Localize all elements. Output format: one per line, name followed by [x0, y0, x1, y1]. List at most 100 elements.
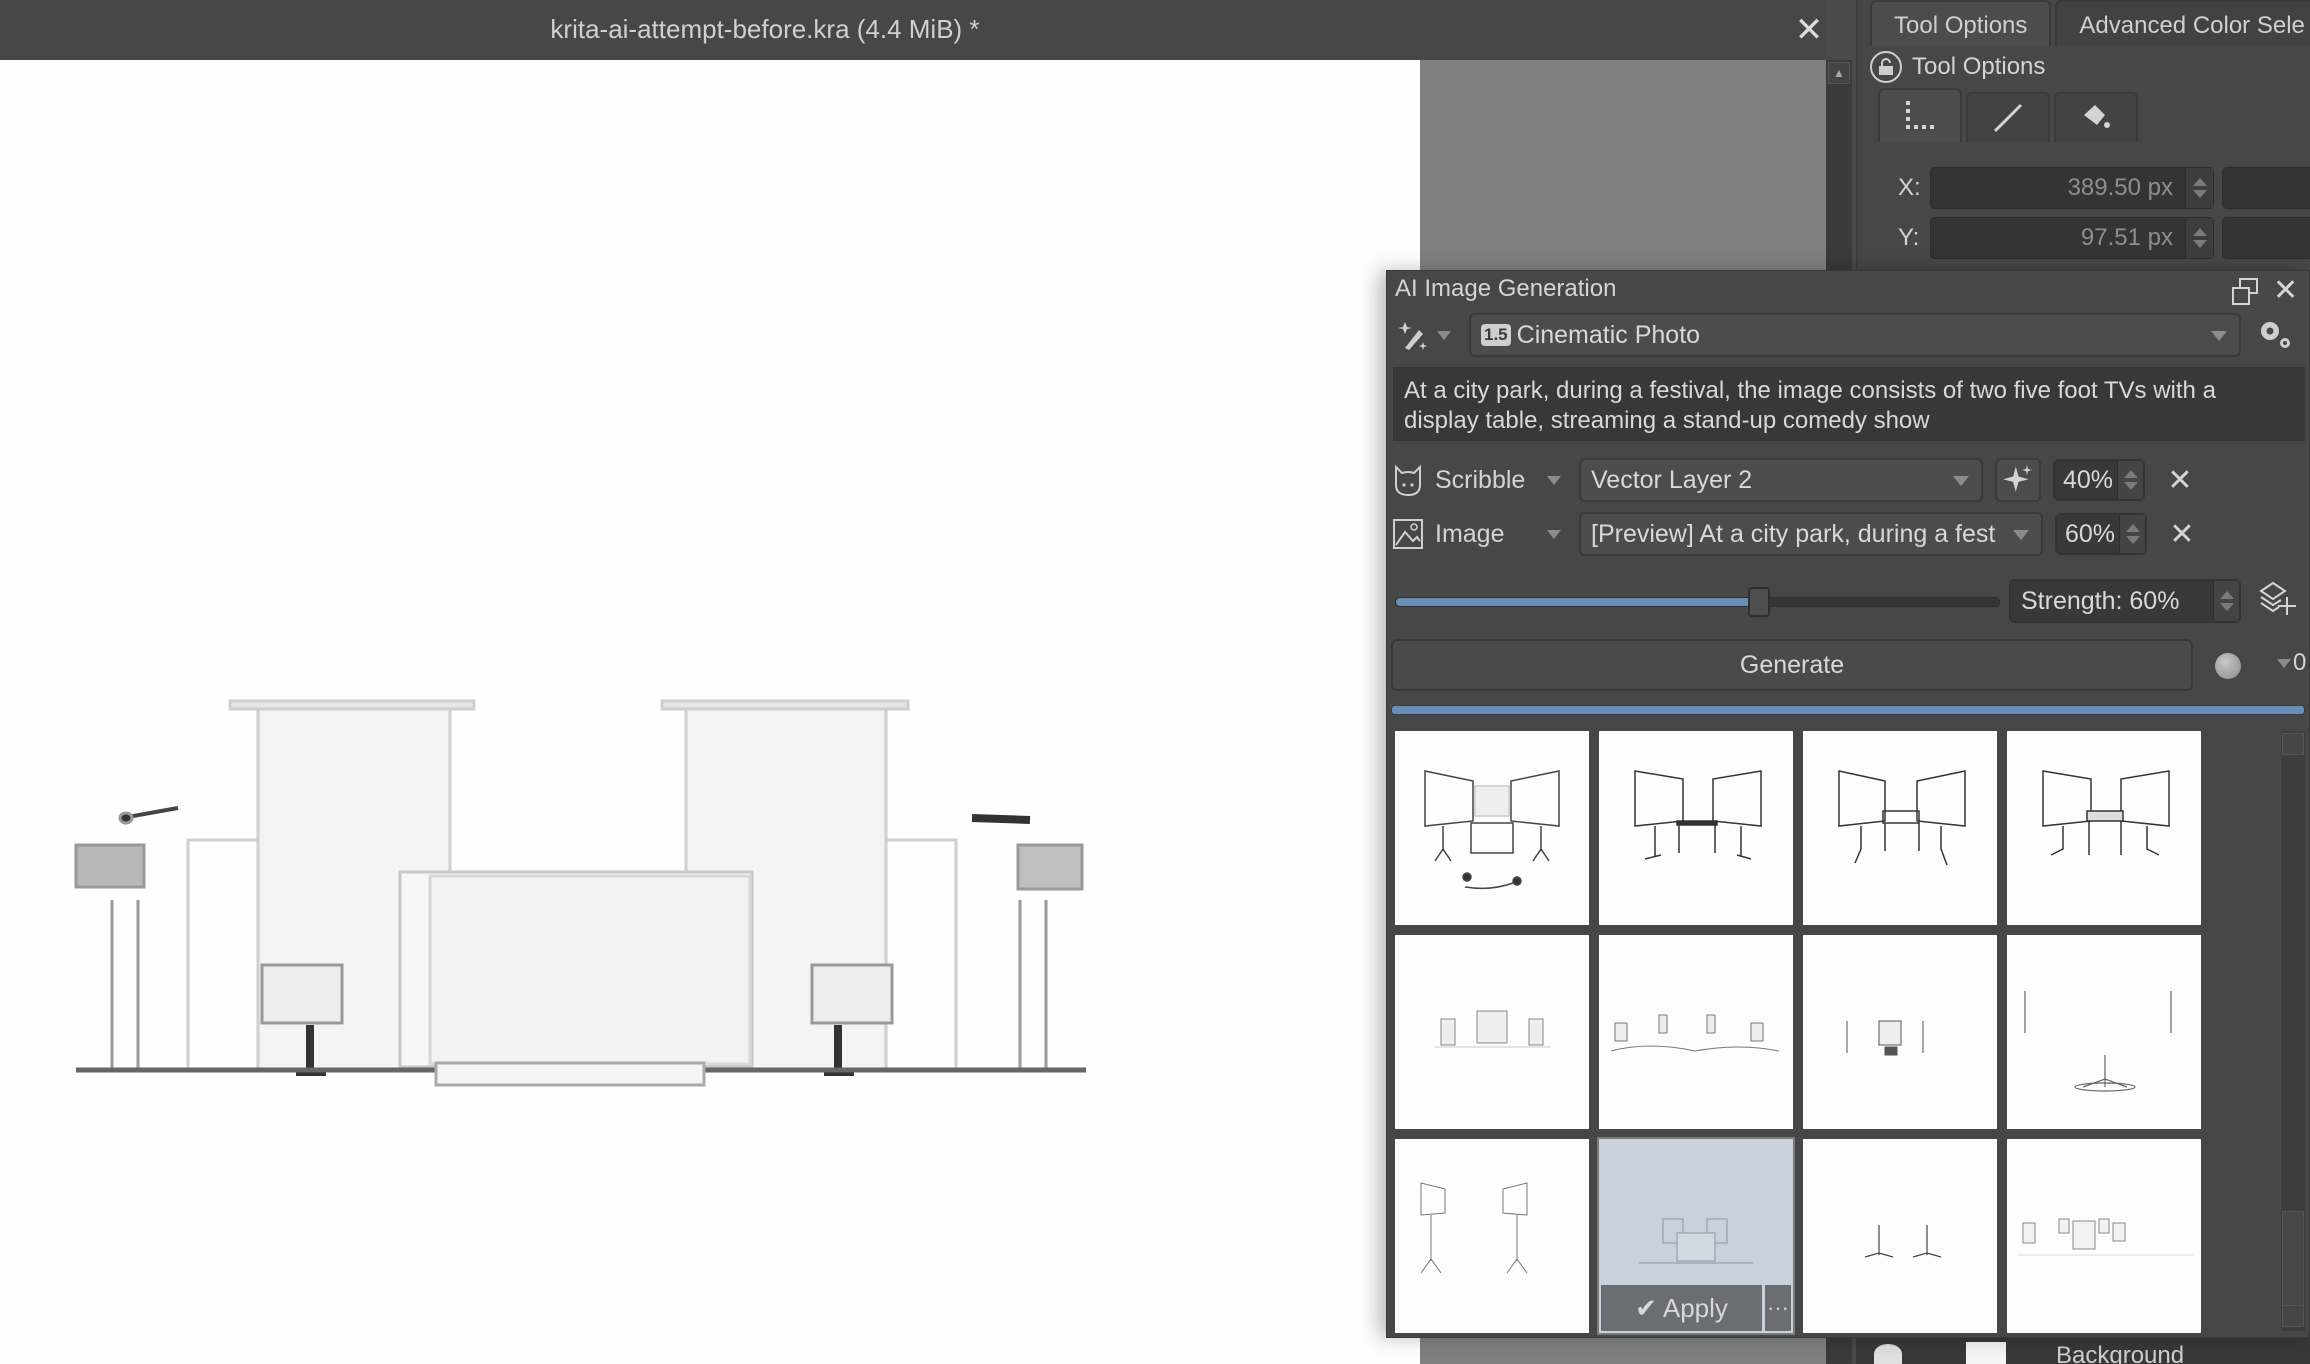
- x-value: 389.50 px: [2067, 174, 2173, 201]
- result-thumbnail[interactable]: [1395, 731, 1589, 925]
- generate-control-button[interactable]: [1995, 458, 2041, 502]
- canvas-image[interactable]: [0, 60, 1420, 1364]
- result-image: [2024, 991, 2172, 1092]
- queue-count: 0: [2293, 649, 2307, 676]
- float-window-icon[interactable]: [2231, 277, 2261, 307]
- control-layer-dropdown[interactable]: [Preview] At a city park, during a fest: [1579, 512, 2043, 556]
- close-icon[interactable]: ✕: [1793, 13, 1825, 47]
- height-input[interactable]: [2222, 217, 2310, 259]
- x-spinner[interactable]: [2185, 168, 2213, 208]
- y-label: Y:: [1898, 224, 1920, 251]
- y-spinner[interactable]: [2185, 218, 2213, 258]
- cat-icon: [1395, 464, 1421, 497]
- strength-slider-fill: [1396, 598, 1759, 606]
- result-thumbnail[interactable]: ✔ Apply ···: [1597, 1137, 1795, 1335]
- progress-bar: [1391, 705, 2305, 715]
- result-image: [1424, 770, 1560, 890]
- result-thumbnail[interactable]: [1803, 1139, 1997, 1333]
- model-version-badge: 1.5: [1481, 324, 1511, 346]
- x-coordinate-row: X: 389.50 px: [1898, 166, 2310, 210]
- apply-label: Apply: [1662, 1292, 1728, 1323]
- control-type-label[interactable]: Image: [1435, 520, 1547, 549]
- result-image: [1435, 1010, 1551, 1048]
- layer-name[interactable]: Background: [2056, 1342, 2184, 1364]
- results-grid: ✔ Apply ···: [1395, 731, 2205, 1335]
- chevron-down-icon: [1953, 476, 1969, 486]
- result-thumbnail[interactable]: [1599, 935, 1793, 1129]
- strength-slider-handle[interactable]: [1748, 587, 1770, 617]
- result-image: [2017, 1218, 2193, 1256]
- result-thumbnail[interactable]: [1395, 935, 1589, 1129]
- apply-button[interactable]: ✔ Apply: [1601, 1285, 1762, 1331]
- scroll-up-arrow-icon[interactable]: ▲: [1828, 62, 1850, 84]
- x-coordinate-input[interactable]: 389.50 px: [1930, 167, 2214, 209]
- scroll-up-arrow-icon[interactable]: [2282, 733, 2304, 755]
- result-image: [1420, 1182, 1528, 1274]
- results-scrollbar[interactable]: [2281, 731, 2305, 1331]
- result-thumbnail[interactable]: [2007, 1139, 2201, 1333]
- more-options-button[interactable]: ···: [1765, 1285, 1791, 1331]
- tab-advanced-color-selector[interactable]: Advanced Color Sele: [2055, 0, 2310, 46]
- generate-button[interactable]: Generate: [1391, 639, 2193, 691]
- result-image: [2042, 770, 2170, 856]
- chevron-down-icon[interactable]: [1547, 475, 1561, 485]
- chevron-down-icon: [1437, 330, 1451, 340]
- strength-input[interactable]: Strength: 60%: [2009, 579, 2241, 623]
- control-strength-spinner[interactable]: [2119, 515, 2145, 553]
- chevron-down-icon: [2013, 530, 2029, 540]
- y-coordinate-input[interactable]: 97.51 px: [1930, 217, 2214, 259]
- docker-header-title: Tool Options: [1912, 53, 2046, 80]
- remove-control-icon[interactable]: ✕: [2167, 517, 2197, 552]
- lock-icon[interactable]: [1870, 51, 1902, 83]
- line-icon[interactable]: [1966, 92, 2050, 142]
- control-layer-dropdown[interactable]: Vector Layer 2: [1579, 458, 1983, 502]
- control-strength-input[interactable]: 60%: [2055, 513, 2147, 555]
- docker-header: Tool Options: [1870, 50, 2045, 84]
- add-control-layer-icon[interactable]: [2257, 579, 2297, 619]
- close-icon[interactable]: ✕: [2273, 273, 2298, 308]
- result-image: [1838, 770, 1966, 866]
- control-type-label[interactable]: Scribble: [1435, 466, 1547, 495]
- checkmark-icon: ✔: [1635, 1292, 1657, 1323]
- workspace-selector[interactable]: [1397, 318, 1451, 352]
- result-thumbnail[interactable]: [1599, 731, 1793, 925]
- document-title: krita-ai-attempt-before.kra (4.4 MiB) *: [550, 14, 980, 44]
- rectangle-selection-icon[interactable]: [1878, 88, 1962, 142]
- queue-button[interactable]: 0: [2277, 649, 2306, 677]
- tool-subtabs: [1878, 88, 2138, 142]
- control-layer-name: [Preview] At a city park, during a fest: [1591, 519, 1996, 548]
- result-thumbnail[interactable]: [2007, 935, 2201, 1129]
- control-layer-name: Vector Layer 2: [1591, 465, 1753, 494]
- width-input[interactable]: [2222, 167, 2310, 209]
- result-thumbnail[interactable]: [2007, 731, 2201, 925]
- sparkle-icon: [2003, 465, 2032, 492]
- result-thumbnail[interactable]: [1803, 935, 1997, 1129]
- control-strength-spinner[interactable]: [2117, 461, 2143, 499]
- tab-tool-options[interactable]: Tool Options: [1870, 0, 2052, 46]
- fill-bucket-icon[interactable]: [2054, 92, 2138, 142]
- control-strength-input[interactable]: 40%: [2053, 459, 2145, 501]
- chevron-down-icon: [2211, 331, 2227, 341]
- canvas-drawing: [74, 699, 1086, 1087]
- y-value: 97.51 px: [2080, 224, 2173, 251]
- image-icon: [1393, 519, 1423, 549]
- prompt-textarea[interactable]: At a city park, during a festival, the i…: [1393, 367, 2305, 441]
- strength-spinner[interactable]: [2213, 581, 2239, 621]
- remove-control-icon[interactable]: ✕: [2165, 463, 2195, 498]
- scroll-down-arrow-icon[interactable]: [2282, 1305, 2304, 1327]
- control-layer-image: Image [Preview] At a city park, during a…: [1393, 511, 2305, 557]
- magic-brush-icon: [1398, 322, 1427, 350]
- status-indicator-icon: [2215, 653, 2241, 679]
- chevron-down-icon[interactable]: [1547, 529, 1561, 539]
- control-strength-value: 40%: [2063, 465, 2114, 494]
- result-thumbnail[interactable]: [1395, 1139, 1589, 1333]
- chevron-down-icon: [2277, 658, 2291, 668]
- eye-icon[interactable]: [1874, 1344, 1902, 1364]
- strength-slider[interactable]: [1395, 587, 2000, 617]
- settings-gear-icon[interactable]: [2257, 317, 2293, 353]
- result-thumbnail[interactable]: [1803, 731, 1997, 925]
- result-image: [1864, 1225, 1942, 1258]
- style-dropdown[interactable]: 1.5 Cinematic Photo: [1469, 313, 2241, 357]
- result-image: [1846, 1020, 1924, 1056]
- scrollbar-handle[interactable]: [2282, 1211, 2304, 1311]
